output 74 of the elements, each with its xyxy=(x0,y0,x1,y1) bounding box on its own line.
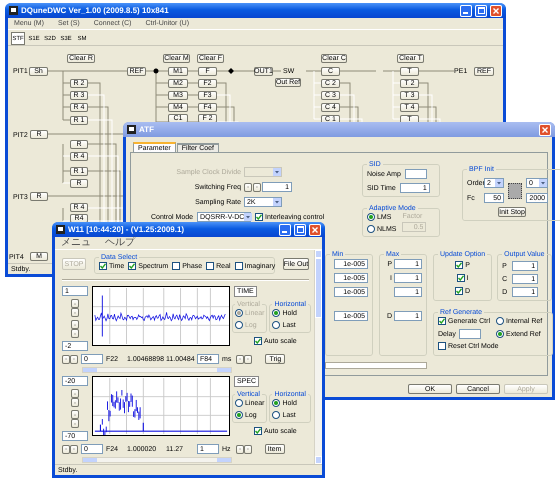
spin-button[interactable] xyxy=(71,329,79,338)
spin-button[interactable] xyxy=(71,410,79,419)
checkmark-icon xyxy=(100,263,106,269)
close-button[interactable] xyxy=(539,124,551,136)
radio-dot-icon xyxy=(274,311,278,315)
spin-button[interactable] xyxy=(62,444,70,454)
spin-button[interactable] xyxy=(71,299,79,308)
maximize-icon xyxy=(296,226,304,233)
menu-item[interactable]: メニュ xyxy=(61,238,91,248)
checkmark-icon xyxy=(439,318,445,324)
radio-dot-icon xyxy=(369,215,373,219)
connector-line xyxy=(188,82,198,84)
close-button[interactable] xyxy=(309,224,321,236)
spin-button[interactable] xyxy=(71,308,79,317)
close-icon xyxy=(542,126,548,132)
connector-line xyxy=(340,70,376,72)
connector-line xyxy=(418,70,454,72)
radio-dot-icon xyxy=(498,332,502,336)
spin-button[interactable] xyxy=(236,444,244,454)
app-icon xyxy=(9,6,18,15)
junction-diamond-icon xyxy=(228,68,234,74)
checkmark-icon xyxy=(129,263,136,269)
connector-line xyxy=(216,70,254,72)
checkmark-icon xyxy=(458,275,464,281)
spin-button[interactable] xyxy=(244,182,252,192)
radio-dot-icon xyxy=(274,401,278,405)
close-icon xyxy=(312,226,318,232)
close-button[interactable] xyxy=(490,4,502,16)
spin-button[interactable] xyxy=(70,354,78,364)
spin-button[interactable] xyxy=(71,320,79,329)
filter-indicator xyxy=(508,182,522,198)
spin-button[interactable] xyxy=(62,354,70,364)
caret-icon xyxy=(273,198,281,206)
spin-button[interactable] xyxy=(71,398,79,407)
connector-line xyxy=(188,106,198,108)
caret-icon xyxy=(539,179,547,187)
checkmark-icon xyxy=(255,428,261,434)
window-title: W11 [10:44:20] - (V1.25:2009.1) xyxy=(68,225,186,234)
caret-icon xyxy=(273,168,281,176)
spin-button[interactable] xyxy=(244,354,252,364)
maximize-button[interactable] xyxy=(475,4,487,16)
horizontal-scrollbar[interactable] xyxy=(82,367,232,373)
radio-dot-icon xyxy=(237,311,241,315)
maximize-icon xyxy=(478,7,484,14)
checkmark-icon xyxy=(456,288,462,294)
radio-dot-icon xyxy=(237,413,241,417)
checkmark-icon xyxy=(256,214,262,220)
junction-dot-icon xyxy=(154,68,158,74)
connector-line xyxy=(272,70,282,72)
spin-button[interactable] xyxy=(244,444,252,454)
checkmark-icon xyxy=(456,262,462,268)
spin-button[interactable] xyxy=(70,444,78,454)
window-title: ATF xyxy=(139,125,155,134)
menu-item[interactable]: ヘルプ xyxy=(105,238,135,248)
window-title: DQuneDWC Ver_1.00 (2009.8.5) 10x841 xyxy=(21,6,170,15)
spin-button[interactable] xyxy=(253,182,261,192)
maximize-button[interactable] xyxy=(294,224,306,236)
app-icon xyxy=(56,225,65,234)
app-icon xyxy=(127,125,136,134)
minimize-button[interactable] xyxy=(279,224,291,236)
connector-line xyxy=(188,70,198,72)
close-icon xyxy=(493,8,499,14)
spin-button[interactable] xyxy=(71,419,79,428)
vertical-scrollbar[interactable] xyxy=(314,250,322,464)
minimize-button[interactable] xyxy=(460,4,472,16)
spin-button[interactable] xyxy=(71,389,79,398)
connector-line xyxy=(188,94,198,96)
caret-icon xyxy=(244,213,252,221)
noise-amp-field[interactable] xyxy=(404,169,427,179)
spin-button[interactable] xyxy=(236,354,244,364)
caret-icon xyxy=(495,179,503,187)
delay-field[interactable] xyxy=(458,329,481,339)
horizontal-scrollbar[interactable] xyxy=(82,457,232,463)
checkmark-icon xyxy=(255,338,261,344)
